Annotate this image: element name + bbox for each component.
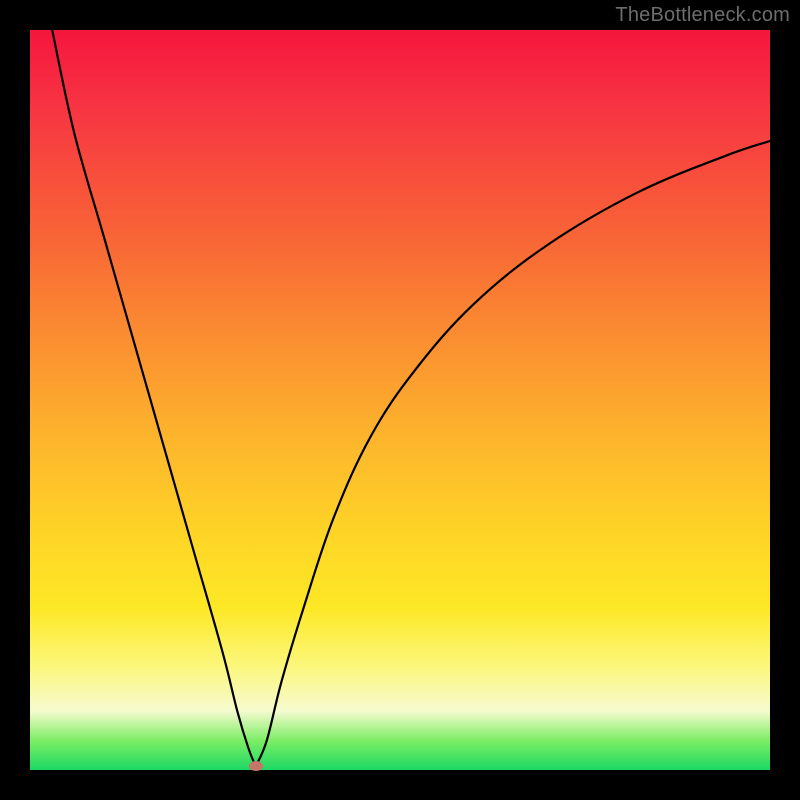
bottleneck-curve xyxy=(30,30,770,770)
plot-area xyxy=(30,30,770,770)
minimum-marker xyxy=(249,761,263,771)
watermark-text: TheBottleneck.com xyxy=(615,4,790,27)
chart-canvas: TheBottleneck.com xyxy=(0,0,800,800)
